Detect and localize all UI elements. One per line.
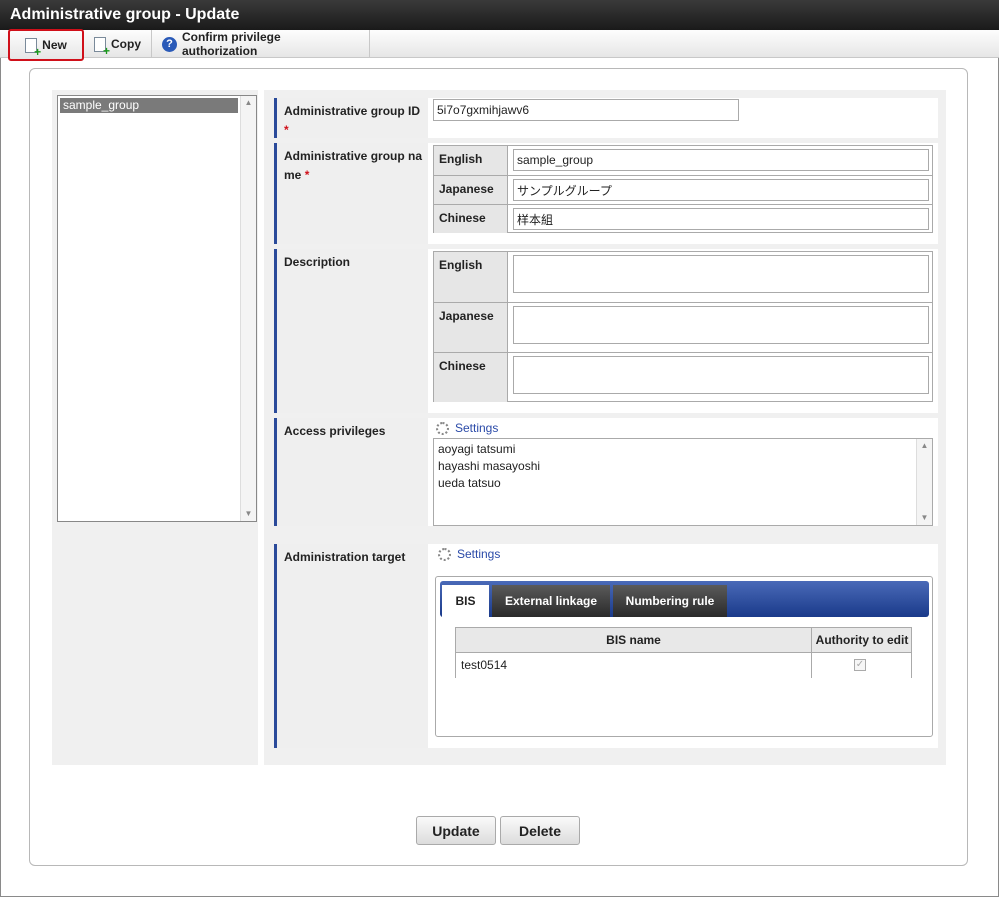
group-name-label-line1: Administrative group na xyxy=(284,149,423,163)
administration-target-label: Administration target xyxy=(274,544,428,748)
gear-icon xyxy=(438,547,451,561)
tab-bis[interactable]: BIS xyxy=(442,585,489,617)
new-button-label: New xyxy=(42,38,67,52)
new-button[interactable]: New xyxy=(8,29,84,61)
required-mark: * xyxy=(304,168,310,182)
tab-external-linkage[interactable]: External linkage xyxy=(492,585,610,617)
japanese-label: Japanese xyxy=(434,303,508,352)
update-button[interactable]: Update xyxy=(416,816,496,845)
confirm-button-label: Confirm privilege authorization xyxy=(181,30,281,58)
group-name-english-input[interactable] xyxy=(513,149,929,171)
description-chinese-textarea[interactable] xyxy=(513,356,929,394)
authority-to-edit-checkbox[interactable]: ✓ xyxy=(854,659,866,671)
gear-icon xyxy=(436,421,449,435)
administration-target-label-text: Administration target xyxy=(284,550,406,564)
description-japanese-textarea[interactable] xyxy=(513,306,929,344)
scroll-down-icon[interactable]: ▼ xyxy=(241,507,256,521)
group-name-chinese-input[interactable] xyxy=(513,208,929,230)
group-id-label: Administrative group ID * xyxy=(274,98,428,138)
window-title: Administrative group - Update xyxy=(0,0,999,30)
group-id-label-text: Administrative group ID xyxy=(284,104,421,118)
group-id-input[interactable] xyxy=(433,99,739,121)
administration-target-settings-link[interactable]: Settings xyxy=(438,547,500,561)
copy-button[interactable]: Copy xyxy=(84,30,152,58)
list-item: ueda tatsuo xyxy=(438,476,501,490)
bis-table: BIS name Authority to edit test0514 ✓ xyxy=(455,627,912,678)
group-name-label: Administrative group na me * xyxy=(274,143,428,244)
authority-to-edit-header: Authority to edit xyxy=(815,633,909,647)
description-lang-table: English Japanese Chinese xyxy=(433,251,933,402)
question-icon: ? xyxy=(162,36,177,52)
lang-row: Chinese xyxy=(434,204,932,233)
tab-numbering-rule[interactable]: Numbering rule xyxy=(613,585,727,617)
lang-row: Chinese xyxy=(434,352,932,402)
bis-name-cell: test0514 xyxy=(456,653,812,678)
group-name-label-line2: me xyxy=(284,168,302,182)
group-name-lang-table: English Japanese Chinese xyxy=(433,145,933,233)
authority-to-edit-cell: ✓ xyxy=(812,653,912,678)
new-document-icon xyxy=(25,37,41,57)
scroll-down-icon[interactable]: ▼ xyxy=(917,511,932,525)
access-privileges-label: Access privileges xyxy=(274,418,428,526)
english-label: English xyxy=(434,146,508,175)
tab-strip: BIS External linkage Numbering rule xyxy=(440,581,929,617)
japanese-label: Japanese xyxy=(434,176,508,204)
required-mark: * xyxy=(284,123,289,137)
description-cell: English Japanese Chinese xyxy=(428,249,938,413)
access-privileges-settings-link[interactable]: Settings xyxy=(436,421,498,435)
group-list[interactable]: sample_group ▲ ▼ xyxy=(57,95,257,522)
access-privileges-user-list[interactable]: aoyagi tatsumi hayashi masayoshi ueda ta… xyxy=(433,438,933,526)
chinese-label: Chinese xyxy=(434,205,508,233)
user-list-scrollbar[interactable]: ▲ ▼ xyxy=(916,439,932,525)
scroll-up-icon[interactable]: ▲ xyxy=(241,96,256,110)
group-list-scrollbar[interactable]: ▲ ▼ xyxy=(240,96,256,521)
group-id-cell xyxy=(428,98,938,138)
list-item: hayashi masayoshi xyxy=(438,459,541,473)
lang-row: English xyxy=(434,252,932,302)
copy-document-icon xyxy=(94,36,110,56)
settings-label: Settings xyxy=(455,421,499,435)
list-item: aoyagi tatsumi xyxy=(438,442,516,456)
toolbar: Copy ? Confirm privilege authorization xyxy=(0,30,999,58)
access-privileges-label-text: Access privileges xyxy=(284,424,386,438)
delete-button[interactable]: Delete xyxy=(500,816,580,845)
bis-name-header: BIS name xyxy=(456,628,812,653)
settings-label: Settings xyxy=(457,547,501,561)
lang-row: English xyxy=(434,146,932,175)
lang-row: Japanese xyxy=(434,175,932,204)
description-english-textarea[interactable] xyxy=(513,255,929,293)
lang-row: Japanese xyxy=(434,302,932,352)
table-row: test0514 ✓ xyxy=(456,653,911,678)
chinese-label: Chinese xyxy=(434,353,508,402)
scroll-up-icon[interactable]: ▲ xyxy=(917,439,932,453)
bis-table-header: BIS name Authority to edit xyxy=(456,628,911,653)
english-label: English xyxy=(434,252,508,302)
description-label: Description xyxy=(274,249,428,413)
confirm-privilege-authorization-button[interactable]: ? Confirm privilege authorization xyxy=(152,30,370,58)
copy-button-label: Copy xyxy=(111,37,141,51)
list-item[interactable]: sample_group xyxy=(60,98,238,113)
group-name-cell: English Japanese Chinese xyxy=(428,143,938,244)
group-name-japanese-input[interactable] xyxy=(513,179,929,201)
description-label-text: Description xyxy=(284,255,351,269)
